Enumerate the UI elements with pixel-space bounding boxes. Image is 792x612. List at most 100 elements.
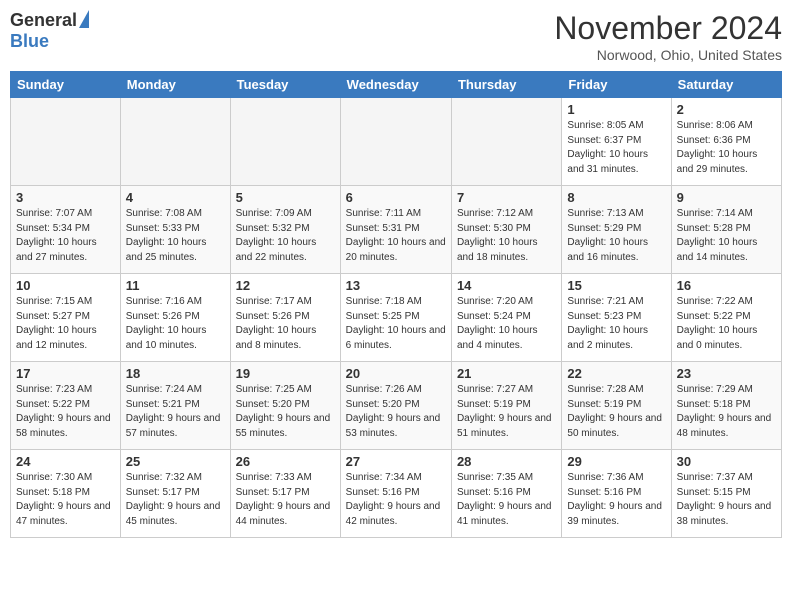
calendar-cell: 6 Sunrise: 7:11 AMSunset: 5:31 PMDaylight… [340, 186, 451, 274]
calendar-cell [11, 98, 121, 186]
day-info: Sunrise: 7:32 AMSunset: 5:17 PMDaylight:… [126, 471, 225, 529]
calendar-cell: 15 Sunrise: 7:21 AMSunset: 5:23 PMDayligh… [562, 274, 671, 362]
calendar-cell [120, 98, 230, 186]
calendar-cell: 26 Sunrise: 7:33 AMSunset: 5:17 PMDayligh… [230, 450, 340, 538]
day-number: 14 [457, 278, 556, 293]
calendar-cell: 29Sunrise: 7:36 AMSunset: 5:16 PMDayligh… [562, 450, 671, 538]
calendar-week-row: 1 Sunrise: 8:05 AMSunset: 6:37 PMDaylight… [11, 98, 782, 186]
calendar-cell: 16 Sunrise: 7:22 AMSunset: 5:22 PMDayligh… [671, 274, 781, 362]
day-number: 24 [16, 454, 115, 469]
day-number: 22 [567, 366, 665, 381]
calendar-cell: 24 Sunrise: 7:30 AMSunset: 5:18 PMDayligh… [11, 450, 121, 538]
logo-triangle-icon [79, 10, 89, 28]
calendar-header-thursday: Thursday [451, 72, 561, 98]
calendar-cell: 10 Sunrise: 7:15 AMSunset: 5:27 PMDayligh… [11, 274, 121, 362]
calendar-cell: 27Sunrise: 7:34 AMSunset: 5:16 PMDayligh… [340, 450, 451, 538]
day-info: Sunrise: 7:13 AMSunset: 5:29 PMDaylight:… [567, 207, 665, 265]
day-info: Sunrise: 7:35 AMSunset: 5:16 PMDaylight:… [457, 471, 556, 529]
page: General Blue November 2024 Norwood, Ohio… [0, 0, 792, 548]
calendar-week-row: 10 Sunrise: 7:15 AMSunset: 5:27 PMDayligh… [11, 274, 782, 362]
day-number: 12 [236, 278, 335, 293]
calendar-week-row: 24 Sunrise: 7:30 AMSunset: 5:18 PMDayligh… [11, 450, 782, 538]
calendar-header-monday: Monday [120, 72, 230, 98]
calendar-cell: 23 Sunrise: 7:29 AMSunset: 5:18 PMDayligh… [671, 362, 781, 450]
title-block: November 2024 Norwood, Ohio, United Stat… [554, 10, 782, 63]
day-number: 18 [126, 366, 225, 381]
calendar-cell [451, 98, 561, 186]
day-info: Sunrise: 7:24 AMSunset: 5:21 PMDaylight:… [126, 383, 225, 441]
calendar-cell: 21 Sunrise: 7:27 AMSunset: 5:19 PMDayligh… [451, 362, 561, 450]
day-info: Sunrise: 8:05 AMSunset: 6:37 PMDaylight:… [567, 119, 665, 177]
day-info: Sunrise: 7:30 AMSunset: 5:18 PMDaylight:… [16, 471, 115, 529]
day-info: Sunrise: 7:08 AMSunset: 5:33 PMDaylight:… [126, 207, 225, 265]
day-info: Sunrise: 7:36 AMSunset: 5:16 PMDaylight:… [567, 471, 665, 529]
day-info: Sunrise: 8:06 AMSunset: 6:36 PMDaylight:… [677, 119, 776, 177]
day-number: 5 [236, 190, 335, 205]
calendar-header-tuesday: Tuesday [230, 72, 340, 98]
calendar-cell: 9Sunrise: 7:14 AMSunset: 5:28 PMDaylight… [671, 186, 781, 274]
day-number: 13 [346, 278, 446, 293]
calendar-header-friday: Friday [562, 72, 671, 98]
calendar-header-sunday: Sunday [11, 72, 121, 98]
header: General Blue November 2024 Norwood, Ohio… [10, 10, 782, 63]
calendar-week-row: 17 Sunrise: 7:23 AMSunset: 5:22 PMDayligh… [11, 362, 782, 450]
day-number: 23 [677, 366, 776, 381]
calendar-cell: 22 Sunrise: 7:28 AMSunset: 5:19 PMDayligh… [562, 362, 671, 450]
day-info: Sunrise: 7:20 AMSunset: 5:24 PMDaylight:… [457, 295, 556, 353]
day-info: Sunrise: 7:26 AMSunset: 5:20 PMDaylight:… [346, 383, 446, 441]
day-info: Sunrise: 7:33 AMSunset: 5:17 PMDaylight:… [236, 471, 335, 529]
calendar-cell [230, 98, 340, 186]
logo: General Blue [10, 10, 89, 52]
day-number: 11 [126, 278, 225, 293]
day-number: 1 [567, 102, 665, 117]
day-info: Sunrise: 7:18 AMSunset: 5:25 PMDaylight:… [346, 295, 446, 353]
calendar-cell: 30Sunrise: 7:37 AMSunset: 5:15 PMDayligh… [671, 450, 781, 538]
day-number: 9 [677, 190, 776, 205]
day-info: Sunrise: 7:34 AMSunset: 5:16 PMDaylight:… [346, 471, 446, 529]
logo-blue: Blue [10, 31, 49, 52]
day-number: 28 [457, 454, 556, 469]
calendar-cell: 20Sunrise: 7:26 AMSunset: 5:20 PMDayligh… [340, 362, 451, 450]
logo-general: General [10, 10, 77, 31]
day-number: 8 [567, 190, 665, 205]
day-number: 25 [126, 454, 225, 469]
day-number: 4 [126, 190, 225, 205]
day-info: Sunrise: 7:27 AMSunset: 5:19 PMDaylight:… [457, 383, 556, 441]
calendar-cell: 1 Sunrise: 8:05 AMSunset: 6:37 PMDaylight… [562, 98, 671, 186]
calendar-cell: 3 Sunrise: 7:07 AMSunset: 5:34 PMDaylight… [11, 186, 121, 274]
day-info: Sunrise: 7:12 AMSunset: 5:30 PMDaylight:… [457, 207, 556, 265]
day-number: 15 [567, 278, 665, 293]
calendar-header-row: SundayMondayTuesdayWednesdayThursdayFrid… [11, 72, 782, 98]
day-info: Sunrise: 7:09 AMSunset: 5:32 PMDaylight:… [236, 207, 335, 265]
calendar-cell: 4 Sunrise: 7:08 AMSunset: 5:33 PMDaylight… [120, 186, 230, 274]
day-info: Sunrise: 7:28 AMSunset: 5:19 PMDaylight:… [567, 383, 665, 441]
calendar-cell: 19Sunrise: 7:25 AMSunset: 5:20 PMDayligh… [230, 362, 340, 450]
calendar-cell: 13 Sunrise: 7:18 AMSunset: 5:25 PMDayligh… [340, 274, 451, 362]
day-number: 17 [16, 366, 115, 381]
day-info: Sunrise: 7:21 AMSunset: 5:23 PMDaylight:… [567, 295, 665, 353]
day-info: Sunrise: 7:15 AMSunset: 5:27 PMDaylight:… [16, 295, 115, 353]
day-info: Sunrise: 7:16 AMSunset: 5:26 PMDaylight:… [126, 295, 225, 353]
calendar-header-wednesday: Wednesday [340, 72, 451, 98]
calendar-cell: 17 Sunrise: 7:23 AMSunset: 5:22 PMDayligh… [11, 362, 121, 450]
day-number: 16 [677, 278, 776, 293]
day-number: 30 [677, 454, 776, 469]
calendar-cell: 8 Sunrise: 7:13 AMSunset: 5:29 PMDaylight… [562, 186, 671, 274]
calendar-cell: 18 Sunrise: 7:24 AMSunset: 5:21 PMDayligh… [120, 362, 230, 450]
day-number: 2 [677, 102, 776, 117]
day-info: Sunrise: 7:11 AMSunset: 5:31 PMDaylight:… [346, 207, 446, 265]
calendar-cell: 11 Sunrise: 7:16 AMSunset: 5:26 PMDayligh… [120, 274, 230, 362]
calendar-cell: 14 Sunrise: 7:20 AMSunset: 5:24 PMDayligh… [451, 274, 561, 362]
day-info: Sunrise: 7:23 AMSunset: 5:22 PMDaylight:… [16, 383, 115, 441]
day-number: 21 [457, 366, 556, 381]
day-info: Sunrise: 7:07 AMSunset: 5:34 PMDaylight:… [16, 207, 115, 265]
location: Norwood, Ohio, United States [554, 47, 782, 63]
calendar-cell: 12Sunrise: 7:17 AMSunset: 5:26 PMDayligh… [230, 274, 340, 362]
day-info: Sunrise: 7:22 AMSunset: 5:22 PMDaylight:… [677, 295, 776, 353]
day-number: 26 [236, 454, 335, 469]
day-info: Sunrise: 7:29 AMSunset: 5:18 PMDaylight:… [677, 383, 776, 441]
day-number: 19 [236, 366, 335, 381]
day-number: 6 [346, 190, 446, 205]
day-number: 10 [16, 278, 115, 293]
day-number: 3 [16, 190, 115, 205]
